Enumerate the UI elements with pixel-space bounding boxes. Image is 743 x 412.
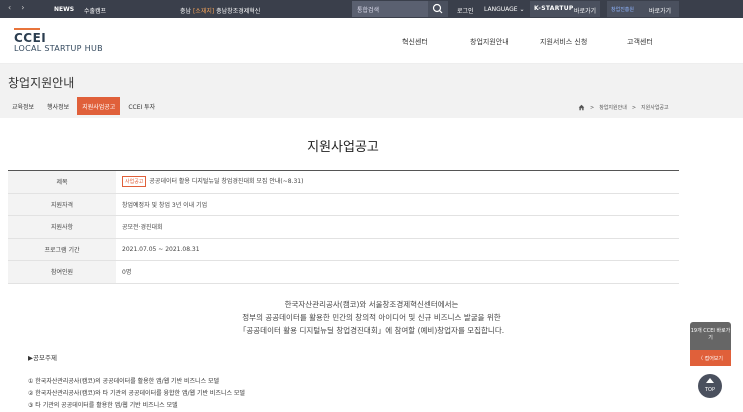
table-row: 지원사항 공모전·경진대회 [8,216,679,239]
row-label: 지원사항 [8,216,116,238]
notice-title: 공공데이터 활용 디지털뉴딜 창업경진대회 모집 안내(~8.31) [149,178,304,186]
intro-line: 한국자산관리공사(캠코)와 서울창조경제혁신센터에서는 [284,300,459,309]
site-logo[interactable]: CCEI [14,28,47,45]
news-link[interactable]: NEWS [54,6,74,13]
local-nav-tabs: 교육정보 행사정보 지원사업공고 CCEI 투자 [7,97,160,115]
breadcrumb-item[interactable]: 창업지원안내 [599,104,627,111]
table-row: 제목 사업공고 공공데이터 활용 디지털뉴딜 창업경진대회 모집 안내(~8.31… [8,171,679,194]
kstartup-shortcut[interactable]: K-STARTUP 바로가기 [530,1,600,17]
breadcrumb-separator: > [631,104,637,111]
list-item: ② 한국자산관리공사(캠코)와 타 기관의 공공데이터를 융합한 앱/웹 기반 … [28,390,245,397]
search-icon [432,3,443,14]
breadcrumb: > 창업지원안내 > 지원사업공고 [578,104,669,111]
banner-arrows: ‹ › [8,3,24,12]
theme-heading: ▶공모주제 [28,354,57,362]
category-badge: 사업공고 [122,176,147,188]
region-prefix: 충남 [180,8,192,15]
nav-startup-support[interactable]: 창업지원안내 [470,37,509,47]
partner-shortcut[interactable]: 창업진흥원 바로가기 [607,1,679,17]
region-banner[interactable]: 충남 [소재지] 충남창조경제혁신 [180,6,260,15]
row-label: 프로그램 기간 [8,238,116,260]
breadcrumb-separator: > [590,104,595,111]
row-value: 0명 [122,269,132,277]
row-value: 공모전·경진대회 [122,224,163,232]
prev-arrow-icon[interactable]: ‹ [8,3,11,12]
logo-accent-bar [14,28,40,30]
theme-list: ① 한국자산관리공사(캠코)의 공공데이터를 활용한 앱/웹 기반 비즈니스 모… [28,376,245,412]
section-title: 창업지원안내 [8,76,75,90]
search-button[interactable] [428,1,448,17]
tab-education[interactable]: 교육정보 [7,97,39,115]
tab-ccei-investment[interactable]: CCEI 투자 [123,97,160,115]
login-link[interactable]: 로그인 [457,6,474,15]
logo-subtitle: LOCAL STARTUP HUB [14,44,103,53]
kstartup-go-label: 바로가기 [574,8,597,15]
row-value: 2021.07.05 ~ 2021.08.31 [122,245,200,253]
table-row: 지원자격 창업예정자 및 창업 3년 이내 기업 [8,193,679,216]
scroll-top-button[interactable]: TOP [698,374,722,398]
top-label: TOP [704,387,715,393]
intro-text: 한국자산관리공사(캠코)와 서울창조경제혁신센터에서는 정부의 공공데이터를 활… [0,298,743,337]
row-label: 참여인원 [8,261,116,283]
export-camp-link[interactable]: 수출캠프 [84,6,106,15]
site-header: CCEI LOCAL STARTUP HUB 혁신센터 창업지원안내 지원서비스… [0,18,743,64]
row-label: 제목 [8,171,116,193]
row-label: 지원자격 [8,193,116,215]
table-row: 프로그램 기간 2021.07.05 ~ 2021.08.31 [8,238,679,261]
row-value: 창업예정자 및 창업 3년 이내 기업 [122,201,208,209]
intro-line: 「공공데이터 활용 디지털뉴딜 창업경진대회」에 참여할 (예비)창업자를 모집… [238,326,505,335]
region-tag: [소재지] [192,8,215,15]
partner-go-label: 바로가기 [649,8,672,15]
region-name: 충남창조경제혁신 [216,8,261,15]
list-item: ③ 타 기관의 공공데이터를 활용한 앱/웹 기반 비즈니스 모델 [28,402,178,409]
table-row: 참여인원 0명 [8,261,679,284]
nav-innovation-center[interactable]: 혁신센터 [402,37,428,47]
nav-customer-center[interactable]: 고객센터 [627,37,653,47]
nav-service-application[interactable]: 지원서비스 신청 [540,37,587,47]
collapse-button[interactable]: 〈 접어보기 [690,350,731,366]
notice-detail-table: 제목 사업공고 공공데이터 활용 디지털뉴딜 창업경진대회 모집 안내(~8.31… [8,170,679,284]
row-value: 사업공고 공공데이터 활용 디지털뉴딜 창업경진대회 모집 안내(~8.31) [116,176,304,188]
tab-support-notice[interactable]: 지원사업공고 [77,97,121,115]
search-input[interactable]: 통합검색 [352,1,428,17]
tab-events[interactable]: 행사정보 [42,97,74,115]
intro-line: 정부의 공공데이터를 활용한 민간의 창의적 아이디어 및 신규 비즈니스 발굴… [242,313,501,322]
language-select[interactable]: LANGUAGE ⌄ [484,6,525,13]
breadcrumb-item[interactable]: 지원사업공고 [641,104,669,111]
next-arrow-icon[interactable]: › [21,3,24,12]
logo-main-text: CCEI [14,31,47,45]
partner-logo: 창업진흥원 [611,7,635,13]
top-utility-bar: ‹ › NEWS 수출캠프 충남 [소재지] 충남창조경제혁신 통합검색 로그인… [0,0,743,18]
ccei-shortcut-button[interactable]: 19개 CCEI 바로가기 [690,322,731,350]
arrow-up-icon [706,378,714,383]
kstartup-logo: K-STARTUP [534,5,574,12]
list-item: ① 한국자산관리공사(캠코)의 공공데이터를 활용한 앱/웹 기반 비즈니스 모… [28,378,220,385]
home-icon[interactable] [578,104,585,111]
page-title: 지원사업공고 [307,140,379,155]
